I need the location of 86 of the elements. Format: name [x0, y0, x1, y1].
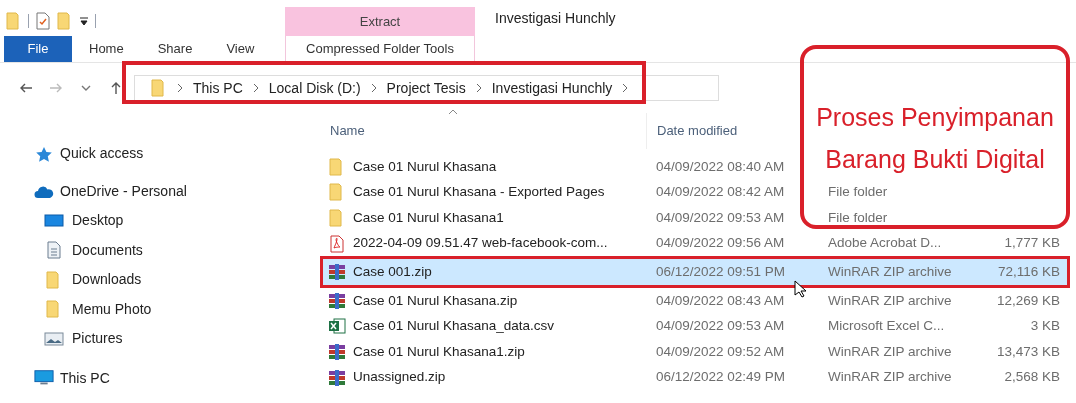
file-name: Case 01 Nurul Khasana - Exported Pages: [353, 183, 605, 202]
sort-caret-icon: [448, 109, 458, 115]
monitor-icon: [44, 212, 64, 229]
sidebar-item[interactable]: Downloads: [72, 269, 142, 291]
date-cell: 04/09/2022 09:53 AM: [656, 318, 785, 334]
ribbon-tab[interactable]: View: [209, 36, 272, 62]
file-row[interactable]: Case 001.zip 06/12/2022 09:51 PM WinRAR ZIP archive 72,116 KB: [320, 256, 1070, 288]
star-icon: [34, 145, 54, 162]
size-cell: 13,473 KB: [996, 343, 1060, 359]
date-cell: 04/09/2022 08:43 AM: [656, 292, 785, 308]
chevron-right-icon[interactable]: [252, 83, 259, 93]
ribbon-tab[interactable]: Compressed Folder Tools: [285, 36, 475, 62]
file-name: Case 01 Nurul Khasana.zip: [353, 291, 518, 310]
file-row[interactable]: Case 01 Nurul Khasana - Exported Pages 04/09/2022 08:42 AM File folder: [328, 179, 1072, 206]
chevron-right-icon[interactable]: [177, 83, 183, 93]
chevron-right-icon[interactable]: [622, 83, 629, 93]
size-cell: 72,116 KB: [997, 264, 1060, 280]
picture-icon: [44, 330, 64, 347]
date-cell: 04/09/2022 08:42 AM: [656, 184, 785, 200]
folder-icon: [151, 79, 167, 97]
type-cell: File folder: [828, 209, 888, 225]
computer-icon: [34, 369, 54, 387]
file-name: Unassigned.zip: [353, 368, 446, 387]
pdf-icon: [328, 234, 346, 253]
file-row[interactable]: Case 01 Nurul Khasana 04/09/2022 08:40 AM: [328, 154, 796, 180]
file-name: Case 01 Nurul Khasana: [353, 157, 497, 176]
file-name: Case 01 Nurul Khasana1.zip: [353, 342, 525, 361]
type-cell: WinRAR ZIP archive: [828, 343, 952, 359]
column-header[interactable]: Name: [328, 113, 646, 149]
size-cell: 3 KB: [1030, 318, 1060, 334]
file-tab[interactable]: File: [4, 36, 72, 62]
column-header[interactable]: Date modified: [646, 113, 742, 149]
chevron-right-icon[interactable]: [370, 83, 377, 93]
file-row[interactable]: 2022-04-09 09.51.47 web-facebook-com... 04/09/2022 09:56 AM Adobe Acrobat D... 1,777 KB: [328, 230, 1072, 257]
type-cell: File folder: [828, 184, 888, 200]
breadcrumb-item[interactable]: This PC: [193, 77, 243, 99]
chevron-right-icon[interactable]: [475, 83, 482, 93]
breadcrumb-item[interactable]: Project Tesis: [386, 77, 466, 99]
breadcrumb-item[interactable]: Local Disk (D:): [268, 77, 361, 99]
context-tab-header: Extract: [285, 7, 475, 36]
mouse-pointer-icon: [794, 280, 806, 298]
file-name: Case 01 Nurul Khasana1: [353, 208, 504, 227]
size-cell: 12,269 KB: [996, 292, 1060, 308]
address-bar[interactable]: This PC Local Disk (D:) Project Tesis Investigasi Hunchly: [134, 75, 719, 101]
date-cell: 04/09/2022 09:52 AM: [656, 343, 785, 359]
file-row[interactable]: Case 01 Nurul Khasana_data.csv 04/09/2022 09:53 AM Microsoft Excel C... 3 KB: [328, 313, 1072, 340]
sidebar-item[interactable]: Documents: [72, 239, 143, 261]
spreadsheet-icon: [328, 318, 346, 335]
ribbon-tab[interactable]: Home: [72, 36, 141, 62]
date-cell: 04/09/2022 08:40 AM: [656, 158, 785, 174]
type-cell: WinRAR ZIP archive: [828, 264, 952, 280]
date-cell: 06/12/2022 09:51 PM: [656, 264, 786, 280]
type-cell: Adobe Acrobat D...: [828, 235, 942, 251]
dropdown-icon[interactable]: [79, 16, 89, 26]
size-cell: 1,777 KB: [1004, 235, 1060, 251]
document-icon: [44, 241, 64, 260]
file-row[interactable]: Case 01 Nurul Khasana1.zip 04/09/2022 09:52 AM WinRAR ZIP archive 13,473 KB: [328, 339, 1072, 365]
file-name: Case 001.zip: [353, 263, 432, 282]
file-name: Case 01 Nurul Khasana_data.csv: [353, 317, 555, 336]
size-cell: 2,568 KB: [1004, 369, 1060, 385]
cloud-icon: [34, 184, 54, 199]
sidebar-item[interactable]: Pictures: [72, 328, 123, 350]
properties-icon[interactable]: [35, 12, 51, 30]
file-name: 2022-04-09 09.51.47 web-facebook-com...: [353, 234, 608, 253]
file-row[interactable]: Unassigned.zip 06/12/2022 02:49 PM WinRAR ZIP archive 2,568 KB: [328, 364, 1072, 391]
sidebar-item[interactable]: This PC: [60, 367, 110, 389]
breadcrumb-item[interactable]: Investigasi Hunchly: [491, 77, 613, 99]
sidebar-item[interactable]: OneDrive - Personal: [60, 181, 187, 202]
date-cell: 04/09/2022 09:56 AM: [656, 235, 785, 251]
archive-icon: [328, 343, 346, 360]
ribbon-tab[interactable]: Share: [140, 36, 210, 62]
date-cell: 06/12/2022 02:49 PM: [656, 369, 786, 385]
sidebar-item[interactable]: Quick access: [60, 143, 144, 164]
archive-icon: [328, 292, 346, 309]
window-title: Investigasi Hunchly: [494, 9, 616, 28]
sidebar-item[interactable]: Desktop: [72, 210, 124, 232]
file-row[interactable]: Case 01 Nurul Khasana.zip 04/09/2022 08:43 AM WinRAR ZIP archive 12,269 KB: [328, 287, 1072, 314]
folder-icon: [6, 12, 22, 30]
archive-icon: [328, 369, 346, 386]
type-cell: WinRAR ZIP archive: [828, 292, 952, 308]
date-cell: 04/09/2022 09:53 AM: [656, 209, 785, 225]
type-cell: WinRAR ZIP archive: [828, 369, 952, 385]
file-row[interactable]: Case 01 Nurul Khasana1 04/09/2022 09:53 AM File folder: [328, 205, 1072, 231]
archive-icon: [328, 264, 346, 281]
type-cell: Microsoft Excel C...: [828, 318, 945, 334]
sidebar-item[interactable]: Memu Photo: [72, 298, 152, 320]
